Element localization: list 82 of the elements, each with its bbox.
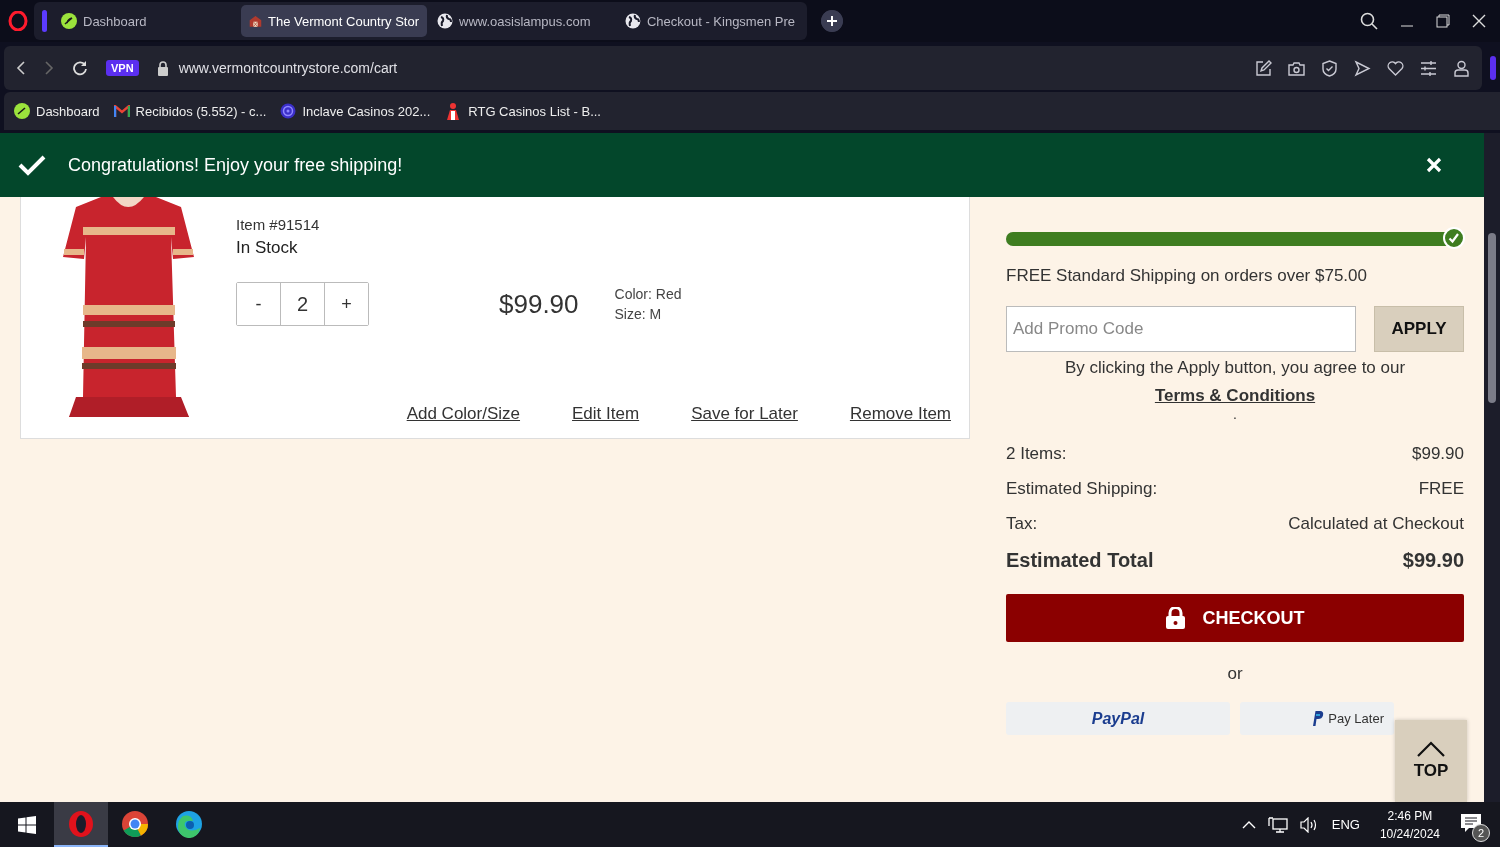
sidebar-toggle[interactable] <box>1490 56 1496 80</box>
heart-icon[interactable] <box>1387 59 1404 77</box>
windows-icon[interactable] <box>18 815 36 834</box>
summary-label: Estimated Total <box>1006 549 1154 572</box>
lock-icon <box>1165 607 1185 629</box>
item-action-link[interactable]: Add Color/Size <box>406 404 521 424</box>
scrollbar-thumb[interactable] <box>1488 233 1496 403</box>
reload-icon[interactable] <box>72 60 88 76</box>
browser-tab[interactable]: Checkout - Kingsmen Pre <box>617 5 803 37</box>
item-action-link[interactable]: Edit Item <box>572 404 640 424</box>
item-number: Item #91514 <box>236 216 321 233</box>
summary-value: $99.90 <box>1412 444 1464 464</box>
close-icon[interactable] <box>1472 14 1486 28</box>
color-option: Color: Red <box>614 286 682 302</box>
dot-mark: . <box>1233 406 1237 422</box>
terms-link[interactable]: Terms & Conditions <box>1154 386 1316 405</box>
size-option: Size: M <box>614 306 682 322</box>
network-icon[interactable] <box>1267 816 1288 833</box>
stock-status: In Stock <box>236 238 299 258</box>
browser-tab[interactable]: www.oasislampus.com <box>429 5 615 37</box>
summary-value: FREE <box>1418 479 1464 499</box>
restore-icon[interactable] <box>1436 14 1450 28</box>
opera-icon[interactable] <box>67 809 95 838</box>
chrome-icon[interactable] <box>121 809 149 838</box>
globe-icon <box>625 13 641 29</box>
summary-label: Estimated Shipping: <box>1006 479 1158 499</box>
check-icon <box>1443 227 1465 249</box>
p-icon <box>1312 711 1325 726</box>
or-separator: or <box>1226 664 1244 684</box>
plus-icon[interactable] <box>821 10 843 32</box>
bookmark[interactable]: Dashboard <box>14 103 100 119</box>
clock-date[interactable]: 10/24/2024 <box>1379 826 1440 841</box>
paypal-button[interactable]: PayPal <box>1006 702 1230 735</box>
barn-icon <box>249 13 262 29</box>
promo-code-field[interactable]: Add Promo Code <box>1006 306 1356 352</box>
shipping-note: FREE Standard Shipping on orders over $75.00 <box>1006 266 1368 286</box>
bookmark[interactable]: Recibidos (5.552) - c... <box>113 103 267 119</box>
summary-label: 2 Items: <box>1006 444 1067 464</box>
edge-icon[interactable] <box>175 809 203 838</box>
globe-icon <box>437 13 453 29</box>
edit-icon[interactable] <box>1255 59 1272 77</box>
back-to-top-button[interactable]: TOP <box>1395 720 1467 802</box>
summary-value: Calculated at Checkout <box>1288 514 1464 534</box>
summary-value: $99.90 <box>1402 549 1464 572</box>
check-icon <box>18 154 46 176</box>
vpn-badge[interactable]: VPN <box>106 60 139 76</box>
leaf-icon <box>14 103 30 119</box>
banner-message: Congratulations! Enjoy your free shipping! <box>68 154 403 176</box>
terms-notice: By clicking the Apply button, you agree to our <box>1063 358 1407 378</box>
taskbar-app[interactable] <box>54 802 108 847</box>
browser-tab[interactable]: Dashboard <box>53 5 239 37</box>
user-icon[interactable] <box>1453 59 1470 77</box>
mail-icon <box>113 105 130 117</box>
sidebar-indicator <box>42 10 47 32</box>
notification-count: 2 <box>1472 823 1490 842</box>
quantity-field[interactable]: 2 <box>280 283 325 325</box>
lock-icon <box>156 60 169 76</box>
forward-icon[interactable] <box>44 61 54 75</box>
pay-later-button[interactable]: Pay Later <box>1240 702 1394 735</box>
camera-icon[interactable] <box>1288 59 1305 77</box>
apply-button[interactable]: APPLY <box>1374 306 1464 352</box>
sliders-icon[interactable] <box>1420 59 1437 77</box>
bookmark[interactable]: Inclave Casinos 202... <box>280 103 431 119</box>
browser-tab[interactable]: The Vermont Country Stor <box>241 5 427 37</box>
url-text[interactable]: www.vermontcountrystore.com/cart <box>178 60 398 76</box>
clock-time[interactable]: 2:46 PM <box>1387 808 1433 823</box>
checkout-button[interactable]: CHECKOUT <box>1006 594 1464 642</box>
shield-icon[interactable] <box>1321 59 1338 77</box>
chevron-up-icon[interactable] <box>1241 820 1256 829</box>
search-icon[interactable] <box>1360 12 1378 30</box>
item-action-link[interactable]: Remove Item <box>849 404 951 424</box>
language-indicator[interactable]: ENG <box>1331 817 1360 832</box>
leaf-icon <box>61 13 77 29</box>
chevron-up-icon <box>1416 741 1446 757</box>
opera-logo-icon[interactable] <box>8 11 28 31</box>
spiral-icon <box>280 103 297 119</box>
item-price: $99.90 <box>499 288 579 320</box>
summary-label: Tax: <box>1006 514 1038 534</box>
bookmark[interactable]: RTG Casinos List - B... <box>444 102 601 120</box>
back-icon[interactable] <box>16 61 26 75</box>
send-icon[interactable] <box>1354 59 1371 77</box>
item-action-link[interactable]: Save for Later <box>691 404 798 424</box>
